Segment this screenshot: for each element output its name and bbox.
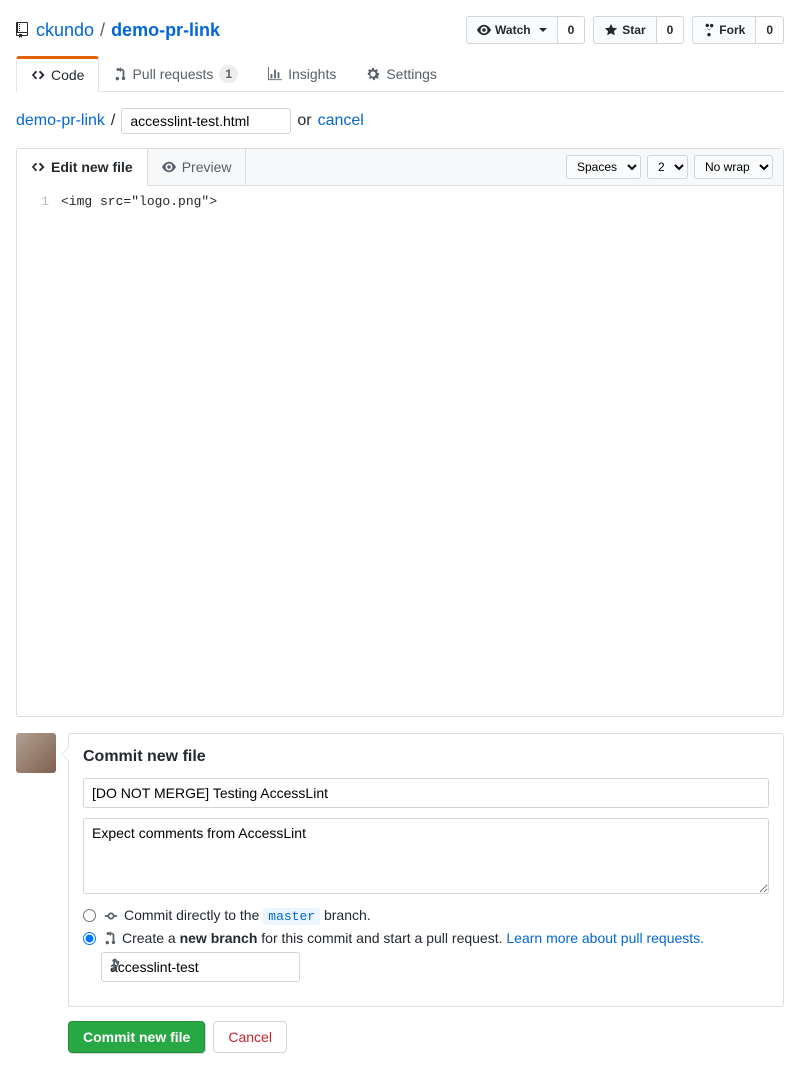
tab-code-label: Code bbox=[51, 67, 84, 83]
repo-owner-link[interactable]: ckundo bbox=[36, 20, 94, 41]
git-branch-icon bbox=[109, 958, 121, 972]
code-content[interactable]: <img src="logo.png"> bbox=[57, 186, 783, 716]
tab-prs-label: Pull requests bbox=[132, 66, 213, 82]
commit-description-textarea[interactable]: Expect comments from AccessLint bbox=[83, 818, 769, 894]
tab-preview[interactable]: Preview bbox=[148, 149, 247, 185]
watch-count[interactable]: 0 bbox=[558, 16, 586, 44]
pr-icon bbox=[114, 67, 126, 81]
commit-form: Commit new file Expect comments from Acc… bbox=[68, 733, 784, 1007]
radio-commit-directly[interactable] bbox=[83, 909, 96, 922]
tab-settings[interactable]: Settings bbox=[351, 56, 452, 91]
eye-icon bbox=[477, 23, 491, 37]
tab-insights-label: Insights bbox=[288, 66, 336, 82]
line-number: 1 bbox=[17, 194, 49, 209]
watch-button[interactable]: Watch bbox=[466, 16, 558, 44]
tab-pull-requests[interactable]: Pull requests 1 bbox=[99, 56, 253, 91]
watch-label: Watch bbox=[495, 20, 531, 40]
repo-title: ckundo / demo-pr-link bbox=[16, 20, 220, 41]
tab-settings-label: Settings bbox=[386, 66, 437, 82]
code-icon bbox=[31, 68, 45, 82]
line-gutter: 1 bbox=[17, 186, 57, 716]
indent-size-select[interactable]: 2 bbox=[647, 155, 688, 179]
wrap-mode-select[interactable]: No wrap bbox=[694, 155, 773, 179]
tab-prs-count: 1 bbox=[219, 65, 238, 83]
tab-preview-label: Preview bbox=[182, 159, 232, 175]
avatar bbox=[16, 733, 56, 773]
branch-name-input[interactable] bbox=[101, 952, 300, 982]
repo-tabs: Code Pull requests 1 Insights Settings bbox=[16, 56, 784, 92]
indent-mode-select[interactable]: Spaces bbox=[566, 155, 641, 179]
commit-title: Commit new file bbox=[83, 748, 769, 766]
pr-icon bbox=[104, 931, 116, 945]
star-label: Star bbox=[622, 20, 645, 40]
tab-code[interactable]: Code bbox=[16, 56, 99, 92]
fork-count[interactable]: 0 bbox=[756, 16, 784, 44]
star-icon bbox=[604, 23, 618, 37]
fork-button[interactable]: Fork bbox=[692, 16, 756, 44]
file-editor: Edit new file Preview Spaces 2 No wrap 1… bbox=[16, 148, 784, 717]
commit-submit-button[interactable]: Commit new file bbox=[68, 1021, 205, 1053]
graph-icon bbox=[268, 67, 282, 81]
default-branch-badge: master bbox=[263, 908, 320, 925]
breadcrumb-root[interactable]: demo-pr-link bbox=[16, 112, 105, 130]
cancel-link[interactable]: cancel bbox=[318, 112, 364, 130]
git-commit-icon bbox=[104, 909, 118, 923]
tab-edit-label: Edit new file bbox=[51, 159, 133, 175]
star-count[interactable]: 0 bbox=[657, 16, 685, 44]
code-editor[interactable]: 1 <img src="logo.png"> bbox=[17, 186, 783, 716]
eye-icon bbox=[162, 160, 176, 174]
commit-cancel-button[interactable]: Cancel bbox=[213, 1021, 287, 1053]
commit-summary-input[interactable] bbox=[83, 778, 769, 808]
repo-name-link[interactable]: demo-pr-link bbox=[111, 20, 220, 41]
breadcrumb-or: or bbox=[297, 112, 311, 130]
fork-icon bbox=[703, 23, 715, 37]
learn-more-link[interactable]: Learn more about pull requests. bbox=[506, 930, 704, 946]
code-icon bbox=[31, 160, 45, 174]
filename-input[interactable] bbox=[121, 108, 291, 134]
fork-label: Fork bbox=[719, 20, 745, 40]
tab-edit-new-file[interactable]: Edit new file bbox=[17, 149, 148, 186]
repo-icon bbox=[16, 22, 32, 38]
breadcrumb: demo-pr-link / or cancel bbox=[16, 108, 784, 134]
radio-create-branch[interactable] bbox=[83, 932, 96, 945]
repo-actions: Watch 0 Star 0 Fork 0 bbox=[466, 16, 784, 44]
tab-insights[interactable]: Insights bbox=[253, 56, 351, 91]
gear-icon bbox=[366, 67, 380, 81]
star-button[interactable]: Star bbox=[593, 16, 656, 44]
